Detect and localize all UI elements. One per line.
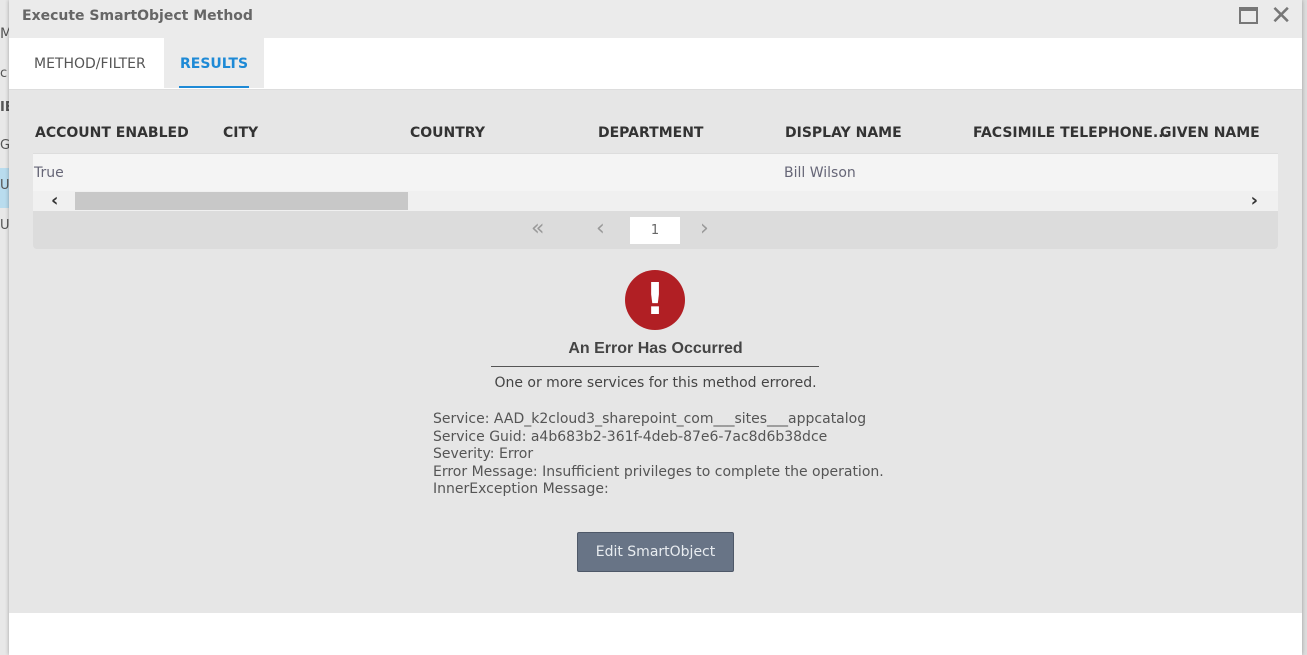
error-line: InnerException Message: (433, 481, 609, 497)
table-row[interactable]: True Bill Wilson (33, 153, 1278, 191)
error-line: Service: AAD_k2cloud3_sharepoint_com___s… (433, 411, 867, 427)
column-header[interactable]: DISPLAY NAME (785, 125, 902, 141)
horizontal-scrollbar[interactable]: ‹ › (33, 190, 1278, 211)
tab-results[interactable]: RESULTS (164, 38, 265, 88)
dialog-titlebar: Execute SmartObject Method ✕ (9, 0, 1302, 38)
pager: « ‹ 1 › (33, 211, 1278, 249)
error-line: Severity: Error (433, 446, 534, 462)
first-page-icon[interactable]: « (531, 216, 544, 241)
close-icon[interactable]: ✕ (1270, 1, 1292, 31)
tab-label: RESULTS (180, 56, 249, 72)
column-header[interactable]: DEPARTMENT (598, 125, 703, 141)
column-header[interactable]: CITY (223, 125, 258, 141)
edit-smartobject-button[interactable]: Edit SmartObject (577, 532, 734, 572)
tab-method-filter[interactable]: METHOD/FILTER (18, 38, 162, 88)
column-header[interactable]: GIVEN NAME (1160, 125, 1260, 141)
results-grid: ACCOUNT ENABLED CITY COUNTRY DEPARTMENT … (33, 120, 1278, 249)
column-header[interactable]: COUNTRY (410, 125, 485, 141)
tab-label: METHOD/FILTER (34, 56, 146, 72)
bg-text: Us (0, 218, 9, 233)
bg-text: Us (0, 168, 9, 208)
tab-bar: METHOD/FILTER RESULTS (9, 38, 1302, 90)
bg-text: IE (0, 100, 9, 115)
error-details: Service: AAD_k2cloud3_sharepoint_com___s… (433, 411, 884, 499)
column-header[interactable]: ACCOUNT ENABLED (35, 125, 189, 141)
dialog-title: Execute SmartObject Method (22, 8, 253, 24)
maximize-icon[interactable] (1239, 7, 1258, 24)
divider (491, 366, 819, 367)
scroll-left-icon[interactable]: ‹ (51, 190, 58, 211)
cell: Bill Wilson (784, 165, 856, 181)
grid-header: ACCOUNT ENABLED CITY COUNTRY DEPARTMENT … (33, 120, 1278, 153)
page-number-input[interactable]: 1 (630, 217, 680, 244)
previous-page-icon[interactable]: ‹ (596, 216, 605, 241)
error-subtitle: One or more services for this method err… (494, 375, 817, 391)
bg-text: G (0, 138, 9, 153)
results-panel: ACCOUNT ENABLED CITY COUNTRY DEPARTMENT … (9, 90, 1302, 613)
bg-text: M (0, 26, 9, 42)
execute-method-dialog: Execute SmartObject Method ✕ METHOD/FILT… (9, 0, 1302, 655)
error-title: An Error Has Occurred (568, 340, 743, 357)
error-line: Service Guid: a4b683b2-361f-4deb-87e6-7a… (433, 428, 828, 445)
scrollbar-thumb[interactable] (75, 192, 408, 210)
cell: True (34, 165, 64, 181)
bg-text: c (0, 66, 8, 81)
column-header[interactable]: FACSIMILE TELEPHONE... (973, 125, 1169, 141)
next-page-icon[interactable]: › (700, 216, 709, 241)
background-page: M c IE G Us Us (0, 0, 9, 655)
error-icon: ! (625, 270, 685, 330)
error-line: Error Message: Insufficient privileges t… (433, 463, 884, 480)
scroll-right-icon[interactable]: › (1251, 190, 1258, 211)
